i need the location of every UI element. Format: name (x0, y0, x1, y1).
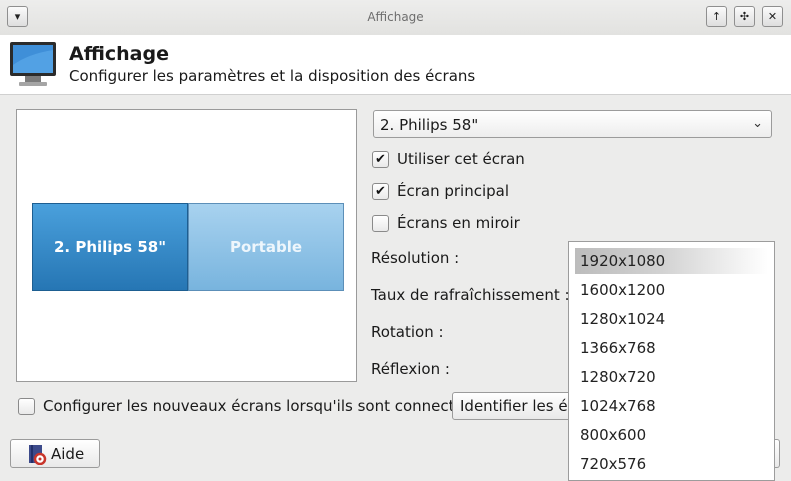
primary-display-checkbox[interactable]: ✔ (372, 182, 389, 200)
help-button-label: Aide (51, 445, 85, 463)
arrow-up-icon: ↑ (711, 10, 722, 23)
move-icon: ✣ (739, 10, 750, 23)
preview-screen-label: Portable (229, 238, 303, 256)
chevron-down-icon: ⌄ (752, 116, 763, 131)
checkmark-icon: ✔ (375, 183, 386, 199)
preview-screen-portable[interactable]: Portable (188, 203, 344, 291)
mirror-displays-option[interactable]: Écrans en miroir (372, 212, 520, 234)
resolution-option[interactable]: 800x600 (575, 422, 768, 448)
display-select[interactable]: 2. Philips 58" ⌄ (373, 110, 772, 138)
mirror-displays-label: Écrans en miroir (397, 214, 520, 232)
resolution-dropdown-list[interactable]: 1920x1080 1600x1200 1280x1024 1366x768 1… (568, 241, 775, 481)
checkmark-icon: ✔ (375, 151, 386, 167)
resolution-option[interactable]: 720x576 (575, 451, 768, 477)
title-bar: ▾ Affichage ↑ ✣ ✕ (0, 0, 791, 35)
rotation-label: Rotation : (371, 323, 444, 341)
display-select-value: 2. Philips 58" (380, 116, 479, 134)
close-button[interactable]: ✕ (762, 6, 783, 27)
resolution-option[interactable]: 1366x768 (575, 335, 768, 361)
keep-above-button[interactable]: ↑ (706, 6, 727, 27)
preview-screen-label: 2. Philips 58" (53, 238, 167, 256)
resolution-option[interactable]: 1920x1080 (575, 248, 768, 274)
maximize-button[interactable]: ✣ (734, 6, 755, 27)
screen-layout-preview[interactable]: 2. Philips 58" Portable (16, 109, 357, 382)
auto-configure-option[interactable]: Configurer les nouveaux écrans lorsqu'il… (18, 395, 472, 417)
auto-configure-checkbox[interactable] (18, 397, 35, 415)
reflection-label: Réflexion : (371, 360, 450, 378)
page-header: Affichage Configurer les paramètres et l… (0, 35, 791, 95)
auto-configure-label: Configurer les nouveaux écrans lorsqu'il… (43, 397, 472, 415)
primary-display-option[interactable]: ✔ Écran principal (372, 180, 509, 202)
preview-screen-philips[interactable]: 2. Philips 58" (32, 203, 188, 291)
help-button[interactable]: Aide (10, 439, 100, 468)
primary-display-label: Écran principal (397, 182, 510, 200)
window-title: Affichage (367, 10, 424, 24)
use-display-option[interactable]: ✔ Utiliser cet écran (372, 148, 525, 170)
page-title: Affichage (69, 43, 169, 65)
identify-displays-button[interactable]: Identifier les écrans (452, 392, 587, 420)
use-display-checkbox[interactable]: ✔ (372, 150, 389, 168)
close-icon: ✕ (767, 10, 778, 23)
use-display-label: Utiliser cet écran (397, 150, 525, 168)
resolution-option[interactable]: 1024x768 (575, 393, 768, 419)
monitor-icon (10, 42, 56, 86)
resolution-option[interactable]: 1280x720 (575, 364, 768, 390)
resolution-option[interactable]: 1600x1200 (575, 277, 768, 303)
help-book-icon (29, 445, 47, 465)
resolution-label: Résolution : (371, 249, 460, 267)
refresh-rate-label: Taux de rafraîchissement : (371, 286, 570, 304)
mirror-displays-checkbox[interactable] (372, 214, 389, 232)
resolution-option[interactable]: 1280x1024 (575, 306, 768, 332)
page-subtitle: Configurer les paramètres et la disposit… (69, 67, 476, 85)
